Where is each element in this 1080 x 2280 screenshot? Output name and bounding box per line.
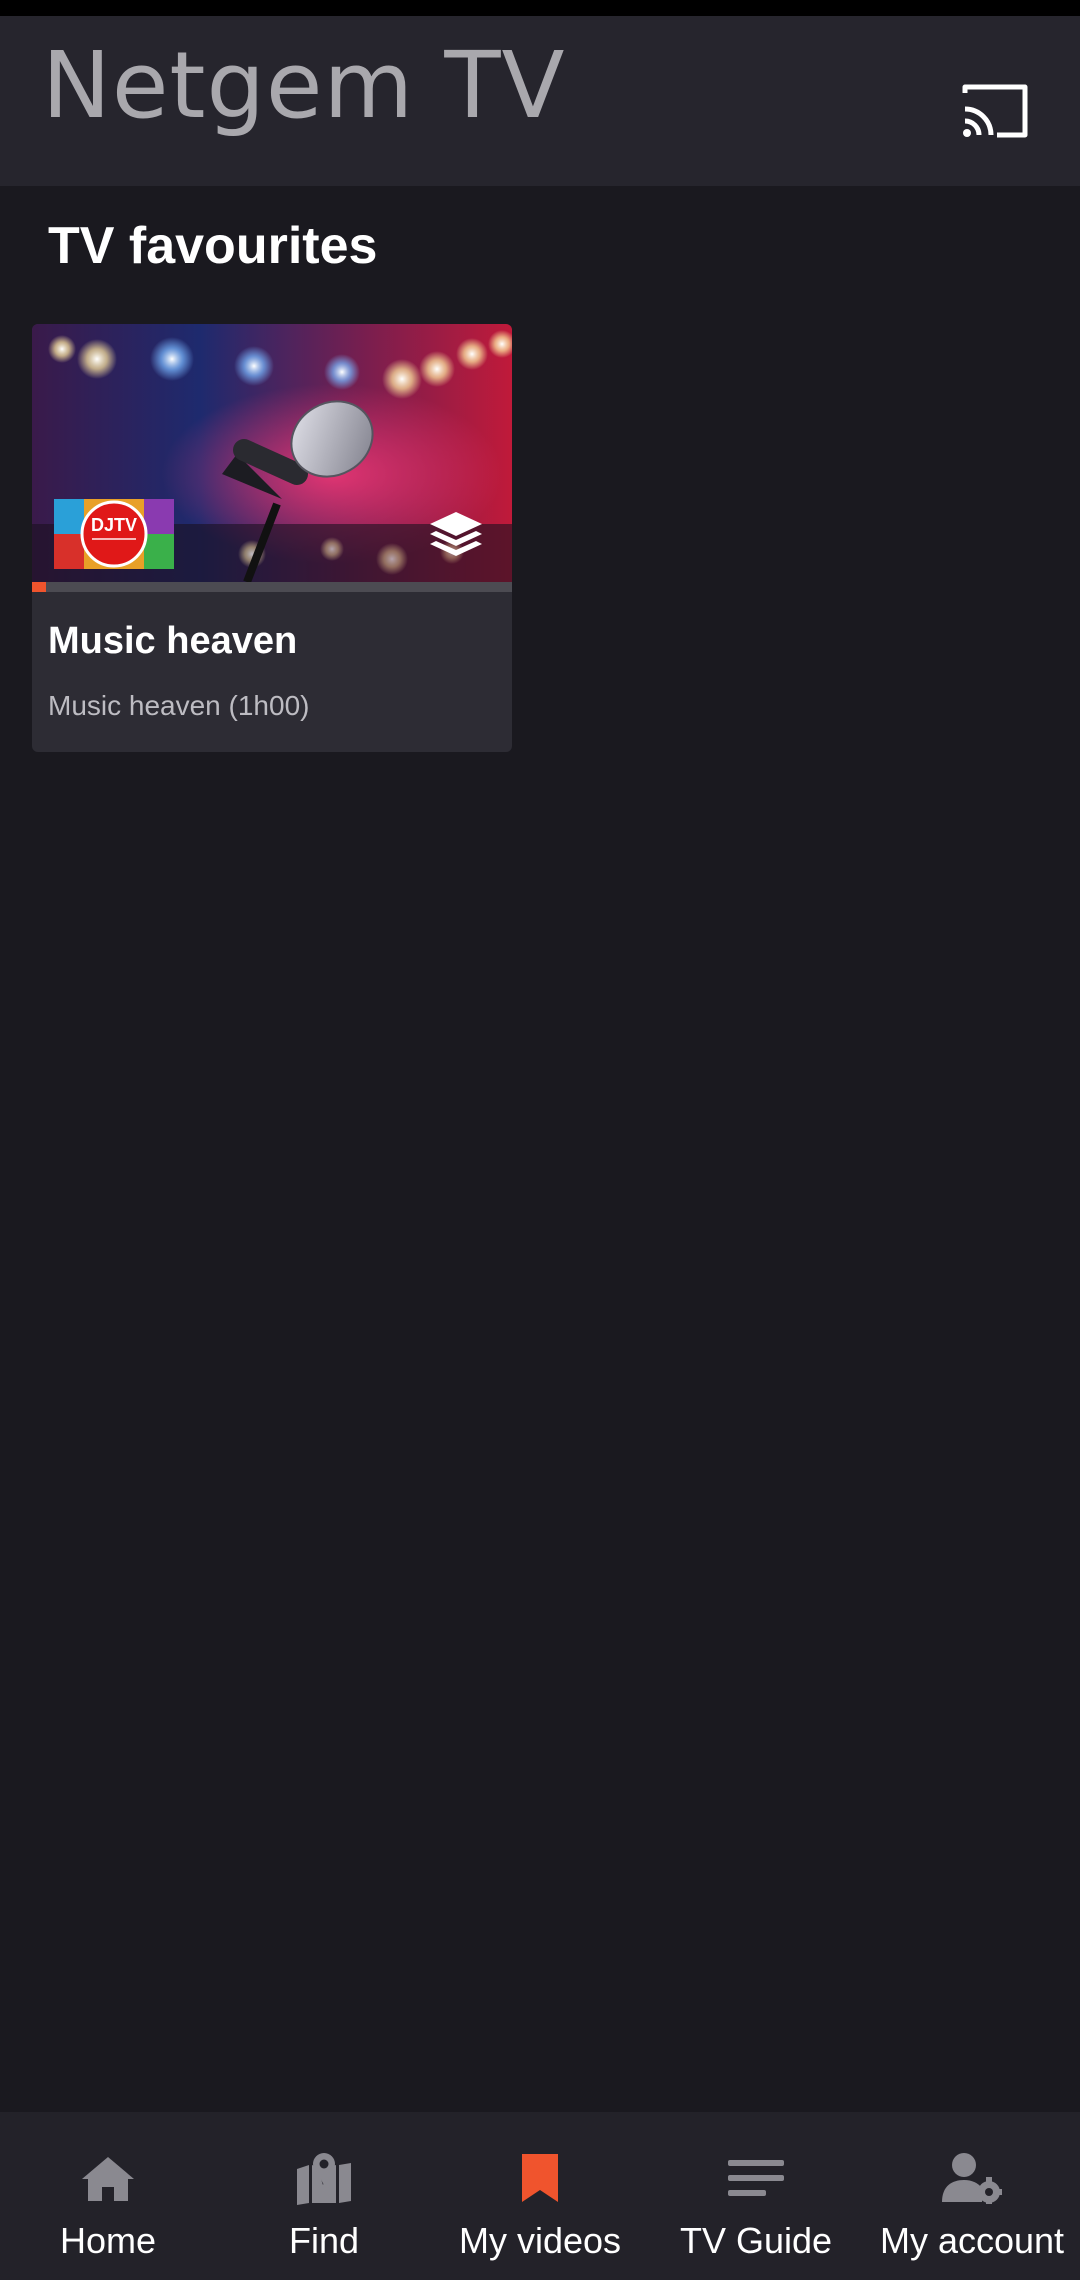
card-thumbnail: DJTV: [32, 324, 512, 582]
nav-label-my-videos: My videos: [458, 2220, 622, 2261]
home-icon: [76, 2146, 140, 2210]
watch-progress-fill: [32, 582, 47, 592]
app-title: Netgem TV: [42, 32, 566, 139]
bottom-navigation: Home Find My videos TV Guide My account: [0, 2112, 1080, 2280]
app-bar: Netgem TV: [0, 16, 1080, 186]
card-subtitle: Music heaven (1h00): [48, 690, 310, 721]
list-icon: [724, 2146, 788, 2210]
nav-item-my-account[interactable]: My account: [864, 2112, 1080, 2280]
watch-progress-bar: [32, 582, 512, 592]
status-bar: [0, 0, 1080, 16]
channel-logo: DJTV: [54, 499, 174, 569]
card-title: Music heaven: [48, 620, 298, 662]
nav-item-my-videos[interactable]: My videos: [432, 2112, 648, 2280]
nav-label-home: Home: [59, 2220, 157, 2261]
user-settings-icon: [940, 2146, 1004, 2210]
nav-label-my-account: My account: [879, 2220, 1065, 2261]
cast-icon: [962, 84, 1028, 138]
nav-label-tv-guide: TV Guide: [679, 2220, 833, 2261]
section-title: TV favourites: [48, 217, 378, 275]
cast-button[interactable]: [950, 66, 1040, 156]
favourite-card[interactable]: DJTV Music heaven Music heaven (1h00): [32, 324, 512, 752]
nav-label-find: Find: [288, 2220, 360, 2261]
nav-item-home[interactable]: Home: [0, 2112, 216, 2280]
channel-logo-text: DJTV: [91, 515, 137, 535]
map-pin-icon: [292, 2146, 356, 2210]
nav-item-tv-guide[interactable]: TV Guide: [648, 2112, 864, 2280]
nav-item-find[interactable]: Find: [216, 2112, 432, 2280]
bookmark-icon: [508, 2146, 572, 2210]
